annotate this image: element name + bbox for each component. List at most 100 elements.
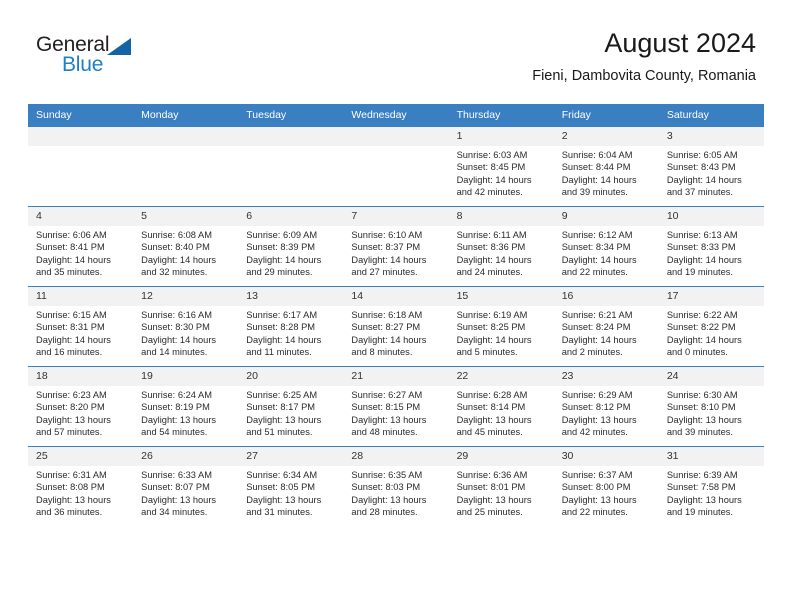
daylight-text: Daylight: 13 hours and 19 minutes. — [666, 494, 742, 518]
day-number: 20 — [238, 367, 344, 386]
sunset-text: Sunset: 8:05 PM — [246, 482, 316, 493]
sun-info: Sunrise: 6:06 AM Sunset: 8:41 PM Daylight:… — [28, 226, 133, 279]
sunset-text: Sunset: 8:19 PM — [141, 402, 210, 413]
daylight-text: Daylight: 14 hours and 16 minutes. — [36, 334, 111, 358]
calendar-day-cell[interactable]: 10 Sunrise: 6:13 AM Sunset: 8:33 PM Dayligh… — [658, 206, 764, 287]
sunset-text: Sunset: 8:41 PM — [36, 242, 105, 253]
sun-info: Sunrise: 6:16 AM Sunset: 8:30 PM Daylight:… — [133, 306, 238, 359]
daylight-text: Daylight: 14 hours and 42 minutes. — [456, 174, 532, 198]
sun-info: Sunrise: 6:34 AM Sunset: 8:05 PM Daylight:… — [238, 466, 343, 519]
day-number: 19 — [133, 367, 239, 386]
sun-info: Sunrise: 6:03 AM Sunset: 8:45 PM Daylight:… — [449, 146, 554, 199]
daylight-text: Daylight: 13 hours and 57 minutes. — [36, 414, 111, 438]
sunrise-text: Sunrise: 6:28 AM — [456, 390, 528, 400]
sunrise-text: Sunrise: 6:11 AM — [456, 230, 527, 240]
calendar-day-cell[interactable]: 30 Sunrise: 6:37 AM Sunset: 8:00 PM Dayligh… — [553, 446, 659, 526]
calendar-day-cell[interactable]: 27 Sunrise: 6:34 AM Sunset: 8:05 PM Dayligh… — [238, 446, 344, 526]
calendar-day-cell[interactable]: 23 Sunrise: 6:29 AM Sunset: 8:12 PM Dayligh… — [553, 366, 659, 447]
day-number: 27 — [238, 447, 344, 466]
sunrise-text: Sunrise: 6:18 AM — [351, 310, 423, 320]
calendar-cell-inner: 23 Sunrise: 6:29 AM Sunset: 8:12 PM Dayligh… — [553, 367, 659, 446]
sun-info: Sunrise: 6:35 AM Sunset: 8:03 PM Daylight:… — [343, 466, 448, 519]
calendar-week-row: 11 Sunrise: 6:15 AM Sunset: 8:31 PM Dayligh… — [28, 286, 764, 367]
daylight-text: Daylight: 13 hours and 39 minutes. — [666, 414, 742, 438]
day-number: 10 — [658, 207, 764, 226]
sunset-text: Sunset: 7:58 PM — [666, 482, 736, 493]
sun-info: Sunrise: 6:37 AM Sunset: 8:00 PM Daylight:… — [554, 466, 659, 519]
sunrise-text: Sunrise: 6:03 AM — [456, 150, 528, 160]
sun-info: Sunrise: 6:12 AM Sunset: 8:34 PM Daylight:… — [554, 226, 659, 279]
calendar-cell-inner: 24 Sunrise: 6:30 AM Sunset: 8:10 PM Dayligh… — [658, 367, 764, 446]
calendar-cell-inner: 17 Sunrise: 6:22 AM Sunset: 8:22 PM Dayligh… — [658, 287, 764, 366]
calendar-day-cell[interactable]: 8 Sunrise: 6:11 AM Sunset: 8:36 PM Daylight… — [448, 206, 554, 287]
sunrise-text: Sunrise: 6:22 AM — [666, 310, 738, 320]
day-number: 2 — [553, 127, 659, 146]
calendar-day-cell[interactable]: 7 Sunrise: 6:10 AM Sunset: 8:37 PM Daylight… — [343, 206, 449, 287]
calendar-day-cell[interactable]: 20 Sunrise: 6:25 AM Sunset: 8:17 PM Dayligh… — [238, 366, 344, 447]
calendar-day-cell[interactable]: 3 Sunrise: 6:05 AM Sunset: 8:43 PM Daylight… — [658, 126, 764, 207]
calendar-cell-empty — [133, 126, 239, 207]
sun-info: Sunrise: 6:11 AM Sunset: 8:36 PM Daylight:… — [449, 226, 554, 279]
calendar-day-cell[interactable]: 14 Sunrise: 6:18 AM Sunset: 8:27 PM Dayligh… — [343, 286, 449, 367]
calendar-day-cell[interactable]: 2 Sunrise: 6:04 AM Sunset: 8:44 PM Daylight… — [553, 126, 659, 207]
sun-info: Sunrise: 6:17 AM Sunset: 8:28 PM Daylight:… — [238, 306, 343, 359]
sunset-text: Sunset: 8:31 PM — [36, 322, 105, 333]
calendar-day-cell[interactable]: 13 Sunrise: 6:17 AM Sunset: 8:28 PM Dayligh… — [238, 286, 344, 367]
calendar-day-cell[interactable]: 26 Sunrise: 6:33 AM Sunset: 8:07 PM Dayligh… — [133, 446, 239, 526]
page-title: August 2024 — [604, 28, 756, 58]
day-number: 31 — [658, 447, 764, 466]
calendar-day-cell[interactable]: 1 Sunrise: 6:03 AM Sunset: 8:45 PM Daylight… — [448, 126, 554, 207]
sunset-text: Sunset: 8:24 PM — [561, 322, 631, 333]
calendar-cell-inner: 29 Sunrise: 6:36 AM Sunset: 8:01 PM Dayligh… — [448, 447, 554, 526]
daylight-text: Daylight: 13 hours and 25 minutes. — [456, 494, 532, 518]
sun-info: Sunrise: 6:33 AM Sunset: 8:07 PM Daylight:… — [133, 466, 238, 519]
calendar-week-row: 4 Sunrise: 6:06 AM Sunset: 8:41 PM Daylight… — [28, 206, 764, 287]
sunset-text: Sunset: 8:25 PM — [456, 322, 526, 333]
calendar-day-cell[interactable]: 11 Sunrise: 6:15 AM Sunset: 8:31 PM Dayligh… — [28, 286, 134, 367]
daylight-text: Daylight: 13 hours and 45 minutes. — [456, 414, 532, 438]
day-number — [28, 127, 134, 146]
calendar-cell-inner: 25 Sunrise: 6:31 AM Sunset: 8:08 PM Dayligh… — [28, 447, 134, 526]
title-block: August 2024 Fieni, Dambovita County, Rom… — [532, 26, 756, 86]
calendar-day-cell[interactable]: 22 Sunrise: 6:28 AM Sunset: 8:14 PM Dayligh… — [448, 366, 554, 447]
day-number: 13 — [238, 287, 344, 306]
calendar-day-cell[interactable]: 12 Sunrise: 6:16 AM Sunset: 8:30 PM Dayligh… — [133, 286, 239, 367]
calendar-day-cell[interactable]: 29 Sunrise: 6:36 AM Sunset: 8:01 PM Dayligh… — [448, 446, 554, 526]
calendar-day-cell[interactable]: 24 Sunrise: 6:30 AM Sunset: 8:10 PM Dayligh… — [658, 366, 764, 447]
sunset-text: Sunset: 8:36 PM — [456, 242, 526, 253]
sunrise-text: Sunrise: 6:35 AM — [351, 470, 423, 480]
calendar-day-cell[interactable]: 9 Sunrise: 6:12 AM Sunset: 8:34 PM Daylight… — [553, 206, 659, 287]
calendar-day-cell[interactable]: 18 Sunrise: 6:23 AM Sunset: 8:20 PM Dayligh… — [28, 366, 134, 447]
sunset-text: Sunset: 8:30 PM — [141, 322, 210, 333]
calendar-day-cell[interactable]: 19 Sunrise: 6:24 AM Sunset: 8:19 PM Dayligh… — [133, 366, 239, 447]
calendar-head: Sunday Monday Tuesday Wednesday Thursday… — [28, 104, 764, 127]
daylight-text: Daylight: 13 hours and 54 minutes. — [141, 414, 217, 438]
calendar-cell-inner: 11 Sunrise: 6:15 AM Sunset: 8:31 PM Dayligh… — [28, 287, 134, 366]
sunset-text: Sunset: 8:37 PM — [351, 242, 421, 253]
sunset-text: Sunset: 8:34 PM — [561, 242, 631, 253]
calendar-day-cell[interactable]: 15 Sunrise: 6:19 AM Sunset: 8:25 PM Dayligh… — [448, 286, 554, 367]
calendar-day-cell[interactable]: 5 Sunrise: 6:08 AM Sunset: 8:40 PM Daylight… — [133, 206, 239, 287]
calendar-day-cell[interactable]: 17 Sunrise: 6:22 AM Sunset: 8:22 PM Dayligh… — [658, 286, 764, 367]
sun-info: Sunrise: 6:09 AM Sunset: 8:39 PM Daylight:… — [238, 226, 343, 279]
sun-info: Sunrise: 6:08 AM Sunset: 8:40 PM Daylight:… — [133, 226, 238, 279]
day-number: 29 — [448, 447, 554, 466]
sun-info: Sunrise: 6:15 AM Sunset: 8:31 PM Daylight:… — [28, 306, 133, 359]
calendar-day-cell[interactable]: 6 Sunrise: 6:09 AM Sunset: 8:39 PM Daylight… — [238, 206, 344, 287]
sunrise-text: Sunrise: 6:09 AM — [246, 230, 318, 240]
calendar-day-cell[interactable]: 16 Sunrise: 6:21 AM Sunset: 8:24 PM Dayligh… — [553, 286, 659, 367]
sunrise-text: Sunrise: 6:30 AM — [666, 390, 738, 400]
sun-info: Sunrise: 6:05 AM Sunset: 8:43 PM Daylight:… — [659, 146, 764, 199]
general-blue-logo[interactable]: General Blue — [36, 34, 216, 86]
calendar-day-cell[interactable]: 31 Sunrise: 6:39 AM Sunset: 7:58 PM Dayligh… — [658, 446, 764, 526]
calendar-day-cell[interactable]: 4 Sunrise: 6:06 AM Sunset: 8:41 PM Daylight… — [28, 206, 134, 287]
calendar-day-cell[interactable]: 28 Sunrise: 6:35 AM Sunset: 8:03 PM Dayligh… — [343, 446, 449, 526]
sunrise-text: Sunrise: 6:19 AM — [456, 310, 528, 320]
sunset-text: Sunset: 8:44 PM — [561, 162, 631, 173]
calendar-day-cell[interactable]: 21 Sunrise: 6:27 AM Sunset: 8:15 PM Dayligh… — [343, 366, 449, 447]
logo-text-blue: Blue — [62, 53, 104, 76]
calendar-week-row: 1 Sunrise: 6:03 AM Sunset: 8:45 PM Daylight… — [28, 126, 764, 207]
daylight-text: Daylight: 14 hours and 2 minutes. — [561, 334, 637, 358]
weekday-header-sunday: Sunday — [28, 104, 134, 127]
calendar-day-cell[interactable]: 25 Sunrise: 6:31 AM Sunset: 8:08 PM Dayligh… — [28, 446, 134, 526]
